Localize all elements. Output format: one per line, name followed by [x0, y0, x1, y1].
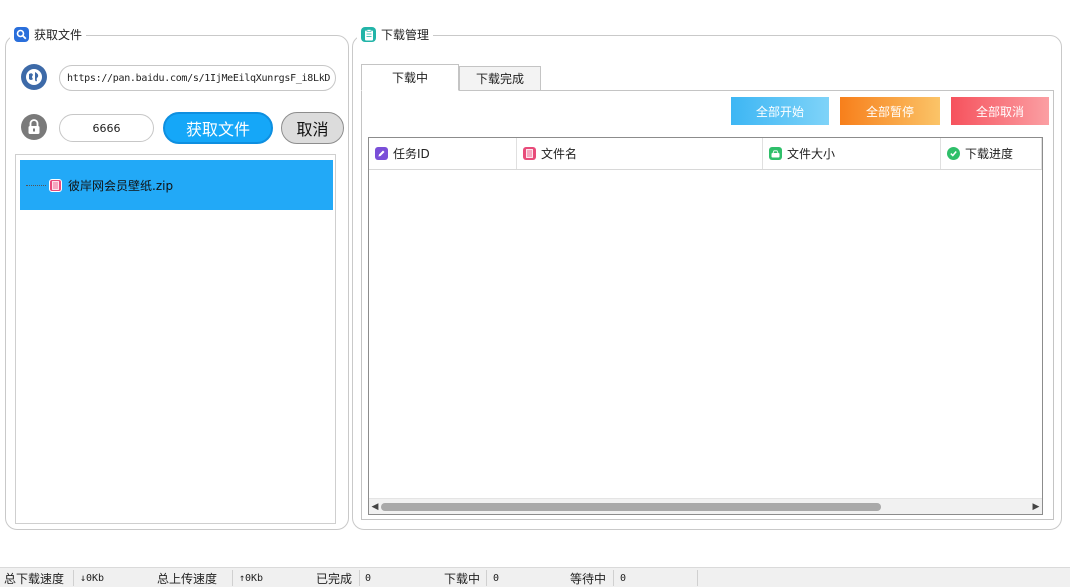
globe-icon — [21, 64, 47, 90]
share-url-value: https://pan.baidu.com/s/1IjMeEilqXunrgsF… — [67, 72, 331, 84]
download-table[interactable]: 任务ID 文件名 文件大小 下载进度 ◀ ▶ — [368, 137, 1043, 515]
scroll-left-arrow-icon[interactable]: ◀ — [369, 499, 381, 515]
column-label: 文件大小 — [787, 147, 836, 161]
column-label: 文件名 — [541, 147, 578, 161]
upload-speed-value: ↑0Kb — [239, 572, 264, 584]
clipboard-icon — [361, 27, 376, 42]
download-speed-label: 总下载速度 — [4, 571, 65, 586]
separator — [73, 570, 74, 586]
file-icon — [523, 147, 536, 160]
waiting-label: 等待中 — [570, 571, 607, 586]
column-label: 下载进度 — [965, 147, 1014, 161]
drive-icon — [769, 147, 782, 160]
extract-code-input[interactable]: 6666 — [59, 114, 154, 142]
column-file-size[interactable]: 文件大小 — [763, 138, 941, 169]
downloading-label: 下载中 — [444, 571, 481, 586]
tab-downloading[interactable]: 下载中 — [361, 64, 459, 91]
upload-speed-label: 总上传速度 — [157, 571, 218, 586]
separator — [697, 570, 698, 586]
tree-item[interactable]: 彼岸网会员壁纸.zip — [20, 160, 333, 210]
search-icon — [14, 27, 29, 42]
edit-icon — [375, 147, 388, 160]
download-manager-group-label: 下载管理 — [381, 28, 430, 42]
tab-completed[interactable]: 下载完成 — [459, 66, 541, 91]
completed-label: 已完成 — [316, 571, 353, 586]
download-speed-value: ↓0Kb — [80, 572, 105, 584]
fetch-file-group-title: 获取文件 — [10, 26, 87, 43]
lock-icon — [21, 114, 47, 140]
downloading-value: 0 — [493, 572, 500, 584]
column-file-name[interactable]: 文件名 — [517, 138, 763, 169]
fetch-file-group-label: 获取文件 — [34, 28, 83, 42]
separator — [613, 570, 614, 586]
tree-connector — [26, 184, 46, 186]
scroll-right-arrow-icon[interactable]: ▶ — [1030, 499, 1042, 515]
horizontal-scrollbar[interactable]: ◀ ▶ — [369, 498, 1042, 514]
zip-file-icon — [49, 178, 62, 192]
column-task-id[interactable]: 任务ID — [369, 138, 517, 169]
extract-code-value: 6666 — [92, 121, 121, 135]
check-icon — [947, 147, 960, 160]
cancel-all-button[interactable]: 全部取消 — [951, 97, 1049, 125]
waiting-value: 0 — [620, 572, 627, 584]
separator — [232, 570, 233, 586]
download-manager-group-title: 下载管理 — [357, 26, 434, 43]
status-bar: 总下载速度 ↓0Kb 总上传速度 ↑0Kb 已完成 0 下载中 0 等待中 0 — [0, 567, 1070, 587]
separator — [486, 570, 487, 586]
column-progress[interactable]: 下载进度 — [941, 138, 1042, 169]
file-tree[interactable]: 彼岸网会员壁纸.zip — [15, 154, 336, 524]
separator — [359, 570, 360, 586]
tree-item-label: 彼岸网会员壁纸.zip — [68, 178, 174, 193]
share-url-input[interactable]: https://pan.baidu.com/s/1IjMeEilqXunrgsF… — [59, 65, 336, 91]
column-label: 任务ID — [393, 147, 430, 161]
completed-value: 0 — [365, 572, 372, 584]
fetch-file-button[interactable]: 获取文件 — [163, 112, 273, 144]
start-all-button[interactable]: 全部开始 — [731, 97, 829, 125]
pause-all-button[interactable]: 全部暂停 — [840, 97, 940, 125]
cancel-button[interactable]: 取消 — [281, 112, 344, 144]
scrollbar-thumb[interactable] — [381, 503, 881, 511]
table-header: 任务ID 文件名 文件大小 下载进度 — [369, 138, 1042, 170]
